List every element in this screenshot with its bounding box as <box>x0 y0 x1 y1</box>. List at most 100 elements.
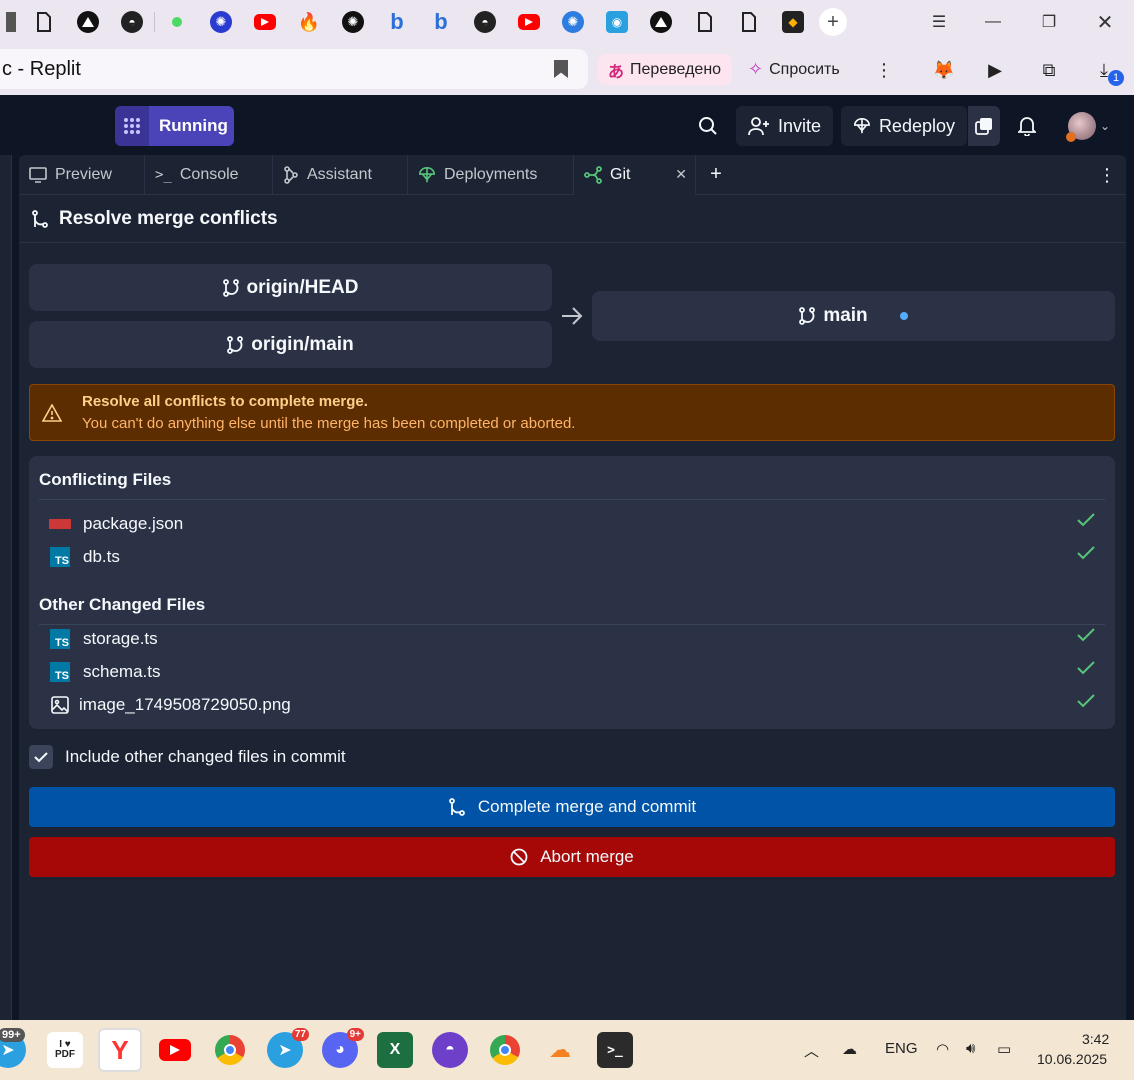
file-row[interactable]: package.json <box>49 509 1095 539</box>
bookmark-icon[interactable] <box>554 60 568 78</box>
yandex-browser-icon[interactable]: Y <box>98 1028 142 1072</box>
chrome-app-icon[interactable] <box>212 1032 248 1068</box>
extensions-icon[interactable]: ⧉ <box>1035 56 1063 84</box>
file-name: image_1749508729050.png <box>79 695 291 714</box>
clock-time[interactable]: 3:42 <box>1082 1031 1109 1047</box>
account-menu[interactable]: ⌄ <box>1062 106 1116 146</box>
translate-button[interactable]: あ Переведено <box>598 54 732 85</box>
tab-b-icon[interactable]: b <box>375 0 419 44</box>
tab-youtube-icon-2[interactable] <box>507 0 551 44</box>
tab-document-icon[interactable] <box>22 0 66 44</box>
file-row[interactable]: TS storage.ts <box>49 624 1095 654</box>
tray-chevron-icon[interactable]: ︿ <box>804 1040 819 1061</box>
redeploy-label: Redeploy <box>878 115 955 136</box>
weather-icon[interactable]: ☁ <box>842 1040 857 1058</box>
notifications-button[interactable] <box>1007 106 1047 146</box>
include-files-checkbox[interactable] <box>29 745 53 769</box>
panel-tab-bar: Preview >_ Console Assistant Deployments… <box>19 155 1126 195</box>
complete-merge-button[interactable]: Complete merge and commit <box>29 787 1115 827</box>
deploy-options-button[interactable] <box>968 106 1000 146</box>
volume-icon[interactable]: 🔊︎ <box>966 1040 975 1057</box>
branch-name: origin/HEAD <box>246 276 359 298</box>
discord-app-icon[interactable]: ◕ 9+ <box>322 1028 364 1068</box>
language-indicator[interactable]: ENG <box>885 1040 918 1057</box>
youtube-app-icon[interactable] <box>157 1032 193 1068</box>
tab-target-icon[interactable]: ◉ <box>595 0 639 44</box>
downloads-icon[interactable]: ⤓ 1 <box>1090 56 1124 86</box>
replit-workspace: Running Invite Redeploy ⌄ Preview >_ Con… <box>0 95 1134 1020</box>
file-row[interactable]: image_1749508729050.png <box>49 690 1095 720</box>
monitor-icon <box>29 166 47 183</box>
translate-icon: あ <box>608 63 625 81</box>
excel-app-icon[interactable]: X <box>377 1032 413 1068</box>
tab-vercel-icon[interactable] <box>66 0 110 44</box>
tab-openai-icon[interactable]: ✺ <box>199 0 243 44</box>
panel-more-icon[interactable]: ⋮ <box>1098 165 1116 186</box>
add-tab-button[interactable]: + <box>696 155 736 195</box>
image-icon <box>49 694 71 716</box>
merge-warning-banner: Resolve all conflicts to complete merge.… <box>29 384 1115 441</box>
tab-partial-icon[interactable] <box>0 0 22 44</box>
complete-merge-label: Complete merge and commit <box>477 797 697 816</box>
include-files-option[interactable]: Include other changed files in commit <box>29 745 346 769</box>
tab-openai-icon-2[interactable]: ✺ <box>551 0 595 44</box>
file-row[interactable]: TS db.ts <box>49 542 1095 572</box>
video-play-icon[interactable]: ▶ <box>981 56 1009 84</box>
more-options-icon[interactable]: ⋮ <box>870 56 898 84</box>
search-button[interactable] <box>688 106 728 146</box>
clock-date[interactable]: 10.06.2025 <box>1037 1051 1107 1067</box>
copy-icon <box>975 118 992 135</box>
abort-merge-button[interactable]: Abort merge <box>29 837 1115 877</box>
tab-github-icon[interactable]: ◓ <box>110 0 154 44</box>
tab-youtube-icon[interactable] <box>243 0 287 44</box>
tab-active-dot-icon[interactable] <box>155 0 199 44</box>
ask-label: Спросить <box>769 60 840 78</box>
prohibited-icon <box>510 848 528 866</box>
terminal-app-icon[interactable]: >_ <box>597 1032 633 1068</box>
battery-icon[interactable]: ▭ <box>997 1040 1011 1058</box>
telegram-app-icon-2[interactable]: ➤ 77 <box>267 1028 309 1068</box>
chrome-profile-icon[interactable] <box>487 1032 523 1068</box>
tab-git[interactable]: Git ✕ <box>574 155 696 195</box>
restore-button[interactable]: ❐ <box>1022 0 1076 44</box>
redeploy-button[interactable]: Redeploy <box>841 106 967 146</box>
chevron-down-icon: ⌄ <box>1099 119 1111 133</box>
deploy-icon <box>853 118 870 134</box>
pdf-app-icon[interactable]: I ♥ PDF <box>47 1032 83 1068</box>
tab-label: Git <box>610 165 631 183</box>
wifi-icon[interactable]: ◠ <box>936 1040 949 1058</box>
ask-button[interactable]: ✧ Спросить <box>748 54 866 85</box>
branch-name: main <box>823 305 868 326</box>
metamask-icon[interactable]: 🦊 <box>930 56 958 84</box>
browser-menu-icon[interactable]: ☰ <box>912 0 966 44</box>
file-name: db.ts <box>83 547 120 566</box>
tab-document-icon-2[interactable] <box>683 0 727 44</box>
close-window-button[interactable]: ✕ <box>1078 0 1132 44</box>
tab-document-icon-3[interactable] <box>727 0 771 44</box>
invite-button[interactable]: Invite <box>736 106 833 146</box>
cloud-app-icon[interactable]: ☁ <box>542 1032 578 1068</box>
tab-deployments[interactable]: Deployments <box>408 155 574 195</box>
tab-console[interactable]: >_ Console <box>145 155 273 195</box>
tab-b-icon-2[interactable]: b <box>419 0 463 44</box>
conflicting-files-heading: Conflicting Files <box>39 470 172 489</box>
github-desktop-icon[interactable]: ◓ <box>432 1032 468 1068</box>
file-name: package.json <box>83 514 184 533</box>
tab-chatgpt-icon[interactable]: ✺ <box>331 0 375 44</box>
source-branch-card: origin/main <box>29 321 552 368</box>
file-row[interactable]: TS schema.ts <box>49 657 1095 687</box>
tab-preview[interactable]: Preview <box>19 155 145 195</box>
npm-icon <box>49 513 71 535</box>
close-tab-icon[interactable]: ✕ <box>675 166 687 183</box>
tab-assistant[interactable]: Assistant <box>273 155 408 195</box>
run-status-button[interactable]: Running <box>115 106 234 146</box>
minimize-button[interactable]: — <box>966 0 1020 44</box>
tab-flame-icon[interactable]: 🔥 <box>287 0 331 44</box>
tab-vercel-icon-2[interactable] <box>639 0 683 44</box>
tab-github-icon-2[interactable]: ◓ <box>463 0 507 44</box>
invite-label: Invite <box>777 115 821 136</box>
tab-replit-icon[interactable]: ◆ <box>771 0 815 44</box>
new-tab-button[interactable]: + <box>819 8 847 36</box>
address-field[interactable]: c - Replit <box>0 49 588 89</box>
check-icon <box>1077 513 1095 527</box>
